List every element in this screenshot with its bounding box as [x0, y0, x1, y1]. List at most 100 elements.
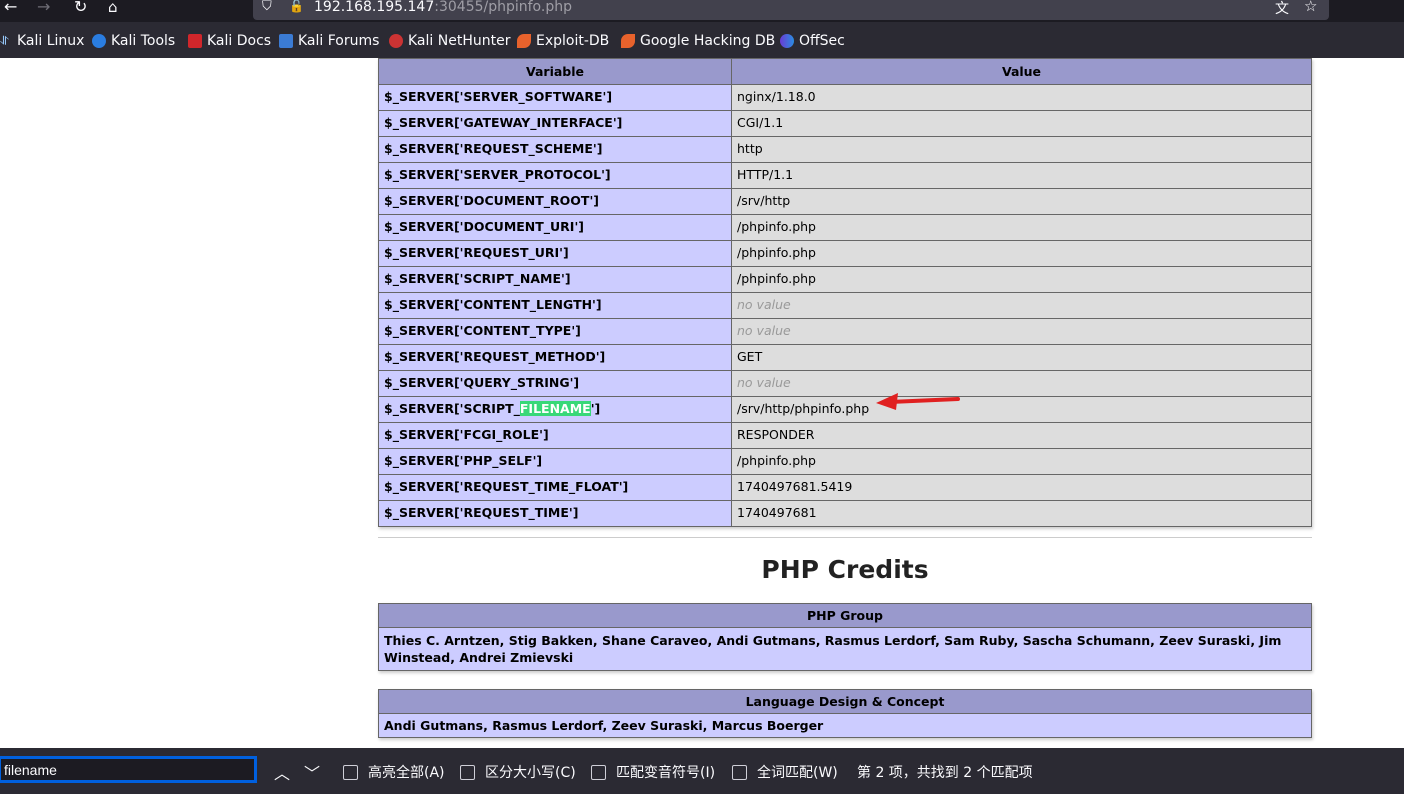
- checkbox-box[interactable]: [591, 764, 606, 780]
- checkbox-label: 高亮全部(A): [368, 765, 445, 781]
- value-cell: /phpinfo.php: [731, 266, 1312, 293]
- page-content: Variable Value $_SERVER['SERVER_SOFTWARE…: [0, 58, 1404, 748]
- no-value-text: no value: [737, 375, 791, 390]
- bookmark-exploit-db[interactable]: Exploit-DB: [517, 33, 609, 49]
- home-icon[interactable]: ⌂: [108, 0, 118, 15]
- kali-dragon-icon: ⥯: [0, 34, 9, 48]
- whole-words-checkbox[interactable]: 全词匹配(W): [732, 762, 838, 782]
- bookmark-label: Kali NetHunter: [408, 33, 511, 49]
- find-next-icon[interactable]: ﹀: [304, 760, 320, 784]
- table-row: $_SERVER['SCRIPT_FILENAME'] /srv/http/php…: [378, 396, 1312, 423]
- variable-cell: $_SERVER['SCRIPT_NAME']: [378, 266, 732, 293]
- exploit-db-icon: [517, 34, 531, 48]
- highlight-all-checkbox[interactable]: 高亮全部(A): [343, 762, 445, 782]
- red-arrow-annotation: [876, 393, 960, 410]
- value-cell: GET: [731, 344, 1312, 371]
- variable-cell: $_SERVER['CONTENT_TYPE']: [378, 318, 732, 345]
- value-cell: /phpinfo.php: [731, 448, 1312, 475]
- variable-cell: $_SERVER['CONTENT_LENGTH']: [378, 292, 732, 319]
- find-status: 第 2 项，共找到 2 个匹配项: [857, 765, 1033, 781]
- nethunter-icon: [389, 34, 403, 48]
- url-bar[interactable]: ⛉ 🔓 192.168.195.147:30455/phpinfo.php 文 …: [253, 0, 1329, 20]
- bookmark-label: Google Hacking DB: [640, 33, 776, 49]
- table-row: $_SERVER['PHP_SELF']/phpinfo.php: [378, 448, 1312, 475]
- value-cell: /srv/http/phpinfo.php: [731, 396, 1312, 423]
- variable-cell: $_SERVER['GATEWAY_INTERFACE']: [378, 110, 732, 137]
- star-icon[interactable]: ☆: [1304, 0, 1317, 15]
- reload-icon[interactable]: ↻: [74, 0, 87, 15]
- kali-tools-icon: [92, 34, 106, 48]
- find-previous-icon[interactable]: ︿: [274, 760, 290, 784]
- back-icon[interactable]: ←: [4, 0, 17, 15]
- checkbox-label: 全词匹配(W): [757, 765, 838, 781]
- variable-cell: $_SERVER['SERVER_SOFTWARE']: [378, 84, 732, 111]
- shield-icon[interactable]: ⛉: [262, 0, 272, 14]
- bookmark-kali-nethunter[interactable]: Kali NetHunter: [389, 33, 510, 49]
- url-text[interactable]: 192.168.195.147:30455/phpinfo.php: [314, 0, 572, 15]
- language-design-table: Language Design & Concept Andi Gutmans, …: [378, 689, 1312, 738]
- forward-icon[interactable]: →: [37, 0, 50, 15]
- variable-cell: $_SERVER['REQUEST_TIME']: [378, 500, 732, 527]
- server-variables-body: $_SERVER['SERVER_SOFTWARE'] nginx/1.18.0 $…: [378, 84, 1312, 527]
- credits-title: PHP Credits: [761, 555, 929, 584]
- bookmark-label: OffSec: [799, 33, 845, 49]
- value-cell: /srv/http: [731, 188, 1312, 215]
- variable-cell: $_SERVER['FCGI_ROLE']: [378, 422, 732, 449]
- bookmark-kali-forums[interactable]: Kali Forums: [279, 33, 379, 49]
- checkbox-label: 区分大小写(C): [485, 765, 576, 781]
- column-header-variable: Variable: [378, 58, 732, 85]
- variable-cell: $_SERVER['SERVER_PROTOCOL']: [378, 162, 732, 189]
- value-cell: no value: [731, 370, 1312, 397]
- match-diacritics-checkbox[interactable]: 匹配变音符号(I): [591, 762, 715, 782]
- kali-docs-icon: [188, 34, 202, 48]
- match-case-checkbox[interactable]: 区分大小写(C): [460, 762, 576, 782]
- bookmark-kali-docs[interactable]: Kali Docs: [188, 33, 271, 49]
- find-input[interactable]: [0, 756, 257, 783]
- column-header-value: Value: [731, 58, 1312, 85]
- table-header-row: Variable Value: [378, 58, 1312, 85]
- value-cell: 1740497681: [731, 500, 1312, 527]
- bookmark-label: Exploit-DB: [536, 33, 610, 49]
- language-design-header: Language Design & Concept: [378, 689, 1312, 714]
- table-row: $_SERVER['QUERY_STRING'] no value: [378, 370, 1312, 397]
- translate-icon[interactable]: 文: [1275, 0, 1289, 18]
- bookmark-offsec[interactable]: OffSec: [780, 33, 845, 49]
- variable-prefix: $_SERVER['SCRIPT_: [384, 401, 520, 416]
- table-row: $_SERVER['REQUEST_METHOD'] GET: [378, 344, 1312, 371]
- bookmark-google-hacking-db[interactable]: Google Hacking DB: [621, 33, 775, 49]
- no-value-text: no value: [737, 297, 791, 312]
- table-row: $_SERVER['GATEWAY_INTERFACE'] CGI/1.1: [378, 110, 1312, 137]
- checkbox-box[interactable]: [732, 764, 747, 780]
- table-row: $_SERVER['REQUEST_TIME_FLOAT'] 1740497681…: [378, 474, 1312, 501]
- table-row: $_SERVER['REQUEST_TIME'] 1740497681: [378, 500, 1312, 527]
- search-match-highlight: FILENAME: [519, 401, 591, 416]
- value-cell: RESPONDER: [731, 422, 1312, 449]
- bookmark-kali-tools[interactable]: Kali Tools: [92, 33, 175, 49]
- bookmark-label: Kali Linux: [17, 33, 85, 49]
- insecure-lock-icon[interactable]: 🔓: [289, 0, 304, 13]
- url-path: :30455/phpinfo.php: [434, 0, 572, 15]
- table-row: $_SERVER['DOCUMENT_ROOT']/srv/http: [378, 188, 1312, 215]
- checkbox-box[interactable]: [343, 764, 358, 780]
- table-row: $_SERVER['CONTENT_TYPE'] no value: [378, 318, 1312, 345]
- table-row: $_SERVER['DOCUMENT_URI']/phpinfo.php: [378, 214, 1312, 241]
- table-row: $_SERVER['REQUEST_SCHEME'] http: [378, 136, 1312, 163]
- value-cell: /phpinfo.php: [731, 214, 1312, 241]
- checkbox-box[interactable]: [460, 764, 475, 780]
- value-cell: CGI/1.1: [731, 110, 1312, 137]
- section-divider: [378, 537, 1312, 538]
- variable-cell: $_SERVER['DOCUMENT_ROOT']: [378, 188, 732, 215]
- bookmarks-toolbar: ⥯ Kali Linux Kali Tools Kali Docs Kali Fo…: [0, 22, 1404, 58]
- bookmark-kali-linux[interactable]: ⥯ Kali Linux: [0, 33, 84, 49]
- value-cell: no value: [731, 318, 1312, 345]
- value-cell: /phpinfo.php: [731, 240, 1312, 267]
- kali-forums-icon: [279, 34, 293, 48]
- variable-cell: $_SERVER['REQUEST_SCHEME']: [378, 136, 732, 163]
- variable-suffix: ']: [590, 401, 601, 416]
- variable-cell: $_SERVER['PHP_SELF']: [378, 448, 732, 475]
- variable-cell: $_SERVER['REQUEST_URI']: [378, 240, 732, 267]
- value-cell: nginx/1.18.0: [731, 84, 1312, 111]
- table-row: $_SERVER['SERVER_PROTOCOL'] HTTP/1.1: [378, 162, 1312, 189]
- language-design-names: Andi Gutmans, Rasmus Lerdorf, Zeev Suras…: [378, 713, 1312, 738]
- table-row: $_SERVER['REQUEST_URI']/phpinfo.php: [378, 240, 1312, 267]
